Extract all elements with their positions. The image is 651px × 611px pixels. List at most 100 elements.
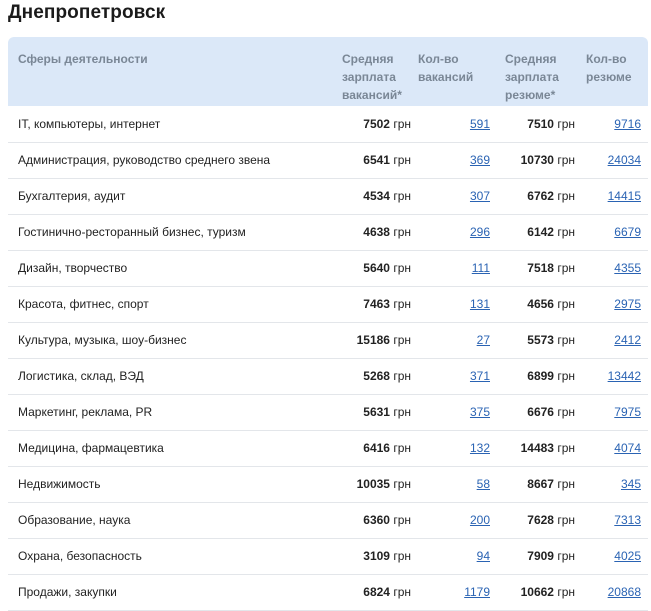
table-row: Культура, музыка, шоу-бизнес 15186 грн 27 5… bbox=[8, 322, 648, 358]
cell-resume-salary: 14483 грн bbox=[490, 430, 576, 466]
cell-sphere: Красота, фитнес, спорт bbox=[18, 297, 149, 311]
currency-unit: грн bbox=[393, 297, 411, 311]
vacancy-count-link[interactable]: 371 bbox=[470, 369, 490, 383]
cell-vacancy-count: 132 bbox=[413, 430, 490, 466]
cell-resume-count: 4355 bbox=[576, 250, 648, 286]
resume-salary-value: 6762 bbox=[527, 189, 554, 203]
vacancy-salary-value: 6416 bbox=[363, 441, 390, 455]
vacancy-count-link[interactable]: 296 bbox=[470, 225, 490, 239]
cell-sphere: Администрация, руководство среднего звен… bbox=[18, 153, 271, 167]
table-row: Маркетинг, реклама, PR 5631 грн 375 6676 гр… bbox=[8, 394, 648, 430]
cell-resume-count: 2412 bbox=[576, 322, 648, 358]
cell-resume-salary: 10730 грн bbox=[490, 142, 576, 178]
page-title: Днепропетровск bbox=[8, 2, 166, 23]
resume-count-link[interactable]: 20868 bbox=[608, 585, 641, 599]
resume-count-link[interactable]: 14415 bbox=[608, 189, 641, 203]
cell-sphere: Дизайн, творчество bbox=[18, 261, 128, 275]
cell-sphere: Маркетинг, реклама, PR bbox=[18, 405, 153, 419]
currency-unit: грн bbox=[557, 225, 575, 239]
vacancy-salary-value: 4534 bbox=[363, 189, 390, 203]
cell-resume-count: 4074 bbox=[576, 430, 648, 466]
table-row: IT, компьютеры, интернет 7502 грн 591 7510 … bbox=[8, 106, 648, 142]
cell-vacancy-count: 27 bbox=[413, 322, 490, 358]
cell-resume-salary: 6762 грн bbox=[490, 178, 576, 214]
cell-vacancy-salary: 7463 грн bbox=[331, 286, 413, 322]
resume-count-link[interactable]: 13442 bbox=[608, 369, 641, 383]
resume-count-link[interactable]: 7975 bbox=[614, 405, 641, 419]
vacancy-count-link[interactable]: 131 bbox=[470, 297, 490, 311]
currency-unit: грн bbox=[393, 261, 411, 275]
resume-salary-value: 10730 bbox=[520, 153, 554, 167]
resume-salary-value: 6142 bbox=[527, 225, 554, 239]
vacancy-salary-value: 3109 bbox=[363, 549, 390, 563]
cell-vacancy-count: 58 bbox=[413, 466, 490, 502]
cell-vacancy-salary: 6360 грн bbox=[331, 502, 413, 538]
cell-sphere: Образование, наука bbox=[18, 513, 131, 527]
vacancy-salary-value: 6824 bbox=[363, 585, 390, 599]
vacancy-salary-value: 7502 bbox=[363, 116, 390, 131]
vacancy-salary-value: 5640 bbox=[363, 261, 390, 275]
cell-vacancy-count: 296 bbox=[413, 214, 490, 250]
vacancy-count-link[interactable]: 1179 bbox=[464, 585, 490, 599]
resume-salary-value: 6676 bbox=[527, 405, 554, 419]
vacancy-count-link[interactable]: 58 bbox=[477, 477, 490, 491]
cell-vacancy-salary: 5640 грн bbox=[331, 250, 413, 286]
resume-count-link[interactable]: 6679 bbox=[614, 225, 641, 239]
vacancy-count-link[interactable]: 307 bbox=[470, 189, 490, 203]
table-row: Дизайн, творчество 5640 грн 111 7518 грн 435… bbox=[8, 250, 648, 286]
cell-resume-salary: 6899 грн bbox=[490, 358, 576, 394]
currency-unit: грн bbox=[557, 333, 575, 347]
vacancy-count-link[interactable]: 27 bbox=[477, 333, 490, 347]
table-body: IT, компьютеры, интернет 7502 грн 591 7510 … bbox=[8, 106, 648, 610]
resume-salary-value: 6899 bbox=[527, 369, 554, 383]
cell-resume-count: 345 bbox=[576, 466, 648, 502]
vacancy-count-link[interactable]: 132 bbox=[470, 441, 490, 455]
resume-count-link[interactable]: 345 bbox=[621, 477, 641, 491]
vacancy-salary-value: 4638 bbox=[363, 225, 390, 239]
cell-sphere: Логистика, склад, ВЭД bbox=[18, 369, 144, 383]
vacancy-count-link[interactable]: 375 bbox=[470, 405, 490, 419]
vacancy-count-link[interactable]: 369 bbox=[470, 153, 490, 167]
vacancy-count-link[interactable]: 111 bbox=[472, 261, 490, 275]
resume-count-link[interactable]: 2412 bbox=[614, 333, 641, 347]
resume-count-link[interactable]: 2975 bbox=[614, 297, 641, 311]
cell-vacancy-count: 1179 bbox=[413, 574, 490, 610]
header-vacancy-count: Кол-во вакансий bbox=[418, 52, 474, 84]
currency-unit: грн bbox=[393, 585, 411, 599]
currency-unit: грн bbox=[393, 333, 411, 347]
vacancy-salary-value: 5268 bbox=[363, 369, 390, 383]
resume-salary-value: 5573 bbox=[527, 333, 554, 347]
cell-resume-salary: 5573 грн bbox=[490, 322, 576, 358]
resume-count-link[interactable]: 24034 bbox=[608, 153, 641, 167]
cell-vacancy-salary: 6416 грн bbox=[331, 430, 413, 466]
currency-unit: грн bbox=[557, 297, 575, 311]
table-row: Бухгалтерия, аудит 4534 грн 307 6762 грн 144… bbox=[8, 178, 648, 214]
resume-count-link[interactable]: 4025 bbox=[614, 549, 641, 563]
cell-vacancy-salary: 5268 грн bbox=[331, 358, 413, 394]
resume-salary-value: 8667 bbox=[527, 477, 554, 491]
header-sphere: Сферы деятельности bbox=[18, 52, 148, 66]
currency-unit: грн bbox=[557, 549, 575, 563]
resume-count-link[interactable]: 9716 bbox=[614, 117, 641, 131]
vacancy-count-link[interactable]: 94 bbox=[477, 549, 490, 563]
currency-unit: грн bbox=[557, 585, 575, 599]
cell-vacancy-count: 371 bbox=[413, 358, 490, 394]
vacancy-count-link[interactable]: 200 bbox=[470, 513, 490, 527]
vacancy-salary-value: 6541 bbox=[363, 153, 390, 167]
currency-unit: грн bbox=[557, 513, 575, 527]
cell-resume-salary: 7628 грн bbox=[490, 502, 576, 538]
currency-unit: грн bbox=[393, 153, 411, 167]
page: Днепропетровск Сферы деятельности Средня… bbox=[0, 0, 651, 611]
vacancy-salary-value: 10035 bbox=[356, 477, 390, 491]
resume-count-link[interactable]: 4355 bbox=[614, 261, 641, 275]
cell-sphere: Медицина, фармацевтика bbox=[18, 441, 164, 455]
vacancy-count-link[interactable]: 591 bbox=[470, 117, 490, 131]
salary-table-container: Сферы деятельности Средняя зарплата вака… bbox=[8, 37, 648, 611]
resume-count-link[interactable]: 4074 bbox=[614, 441, 641, 455]
cell-sphere: Охрана, безопасность bbox=[18, 549, 142, 563]
cell-resume-count: 14415 bbox=[576, 178, 648, 214]
cell-sphere: Бухгалтерия, аудит bbox=[18, 189, 126, 203]
cell-sphere: Культура, музыка, шоу-бизнес bbox=[18, 333, 187, 347]
resume-count-link[interactable]: 7313 bbox=[614, 513, 641, 527]
cell-vacancy-count: 200 bbox=[413, 502, 490, 538]
